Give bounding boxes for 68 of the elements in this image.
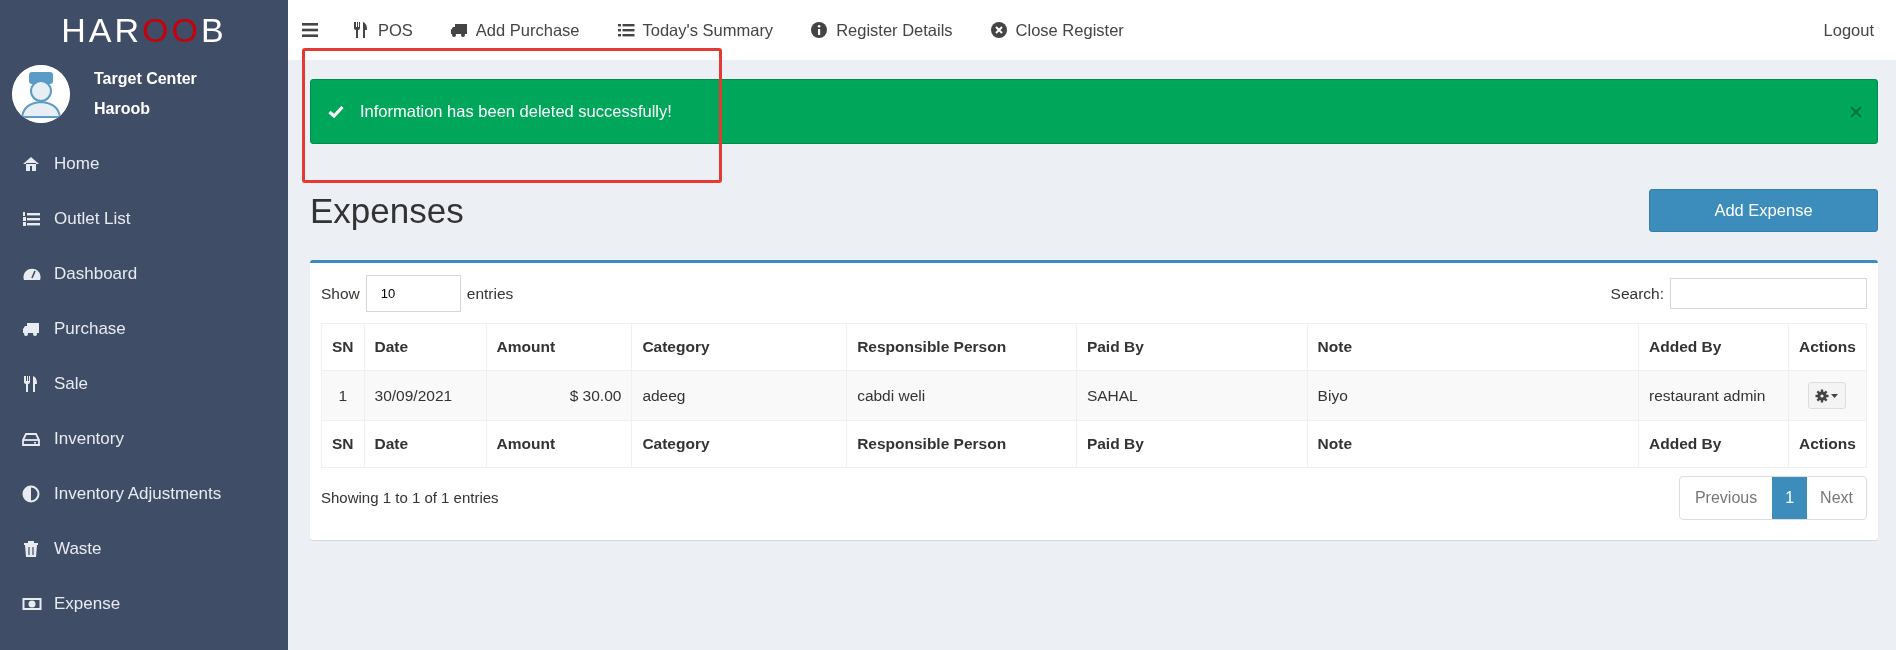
sidebar-item[interactable]: Waste xyxy=(0,521,288,576)
fork-knife-icon xyxy=(352,21,370,39)
sidebar-item[interactable]: Inventory xyxy=(0,411,288,466)
half-circle-icon xyxy=(22,484,42,503)
page-size-field[interactable]: 10 xyxy=(365,275,461,312)
table-cell: restaurant admin xyxy=(1638,370,1789,421)
sidebar-item[interactable]: Inventory Adjustments xyxy=(0,466,288,521)
column-header: SN xyxy=(321,420,365,468)
column-header: Actions xyxy=(1788,323,1867,371)
column-header: Date xyxy=(364,420,486,468)
column-header: Amount xyxy=(486,420,632,468)
table-cell: 1 xyxy=(321,370,365,421)
list-icon xyxy=(616,21,635,39)
table-cell: SAHAL xyxy=(1076,370,1308,421)
column-header: Paid By xyxy=(1076,323,1308,371)
column-header: Amount xyxy=(486,323,632,371)
column-header: Category xyxy=(631,420,847,468)
check-icon xyxy=(328,105,344,118)
show-label: Show xyxy=(321,283,360,304)
entries-label: entries xyxy=(466,283,514,304)
outlet-name: Target Center xyxy=(94,69,197,89)
column-header: Added By xyxy=(1638,420,1789,468)
numbered-list-icon xyxy=(22,209,42,228)
sidebar-item[interactable]: Sale xyxy=(0,356,288,411)
gear-icon xyxy=(1815,388,1840,403)
avatar-icon xyxy=(12,65,70,123)
close-circle-icon xyxy=(989,21,1008,39)
alert-message: Information has been deleted successfully! xyxy=(360,101,672,123)
sidebar-item[interactable]: Purchase xyxy=(0,301,288,356)
page-title: Expenses xyxy=(310,189,464,232)
add-expense-button[interactable]: Add Expense xyxy=(1649,189,1878,232)
nav-link[interactable]: Today's Summary xyxy=(616,17,774,43)
nav-link[interactable]: POS xyxy=(352,17,413,43)
menu-icon[interactable] xyxy=(302,23,318,37)
sidebar-item[interactable]: Dashboard xyxy=(0,246,288,301)
entries-info: Showing 1 to 1 of 1 entries xyxy=(321,487,499,508)
next-page-link[interactable]: Next xyxy=(1807,477,1866,519)
page-link[interactable]: 1 xyxy=(1772,477,1808,519)
user-name: Haroob xyxy=(94,99,151,119)
table-cell: cabdi weli xyxy=(846,370,1077,421)
column-header: SN xyxy=(321,323,365,371)
table-cell: adeeg xyxy=(631,370,847,421)
column-header: Responsible Person xyxy=(846,420,1077,468)
table-cell: 30/09/2021 xyxy=(364,370,486,421)
info-icon xyxy=(810,21,829,39)
nav-link[interactable]: Register Details xyxy=(810,17,953,43)
column-header: Note xyxy=(1307,420,1639,468)
column-header: Responsible Person xyxy=(846,323,1077,371)
table-cell: $ 30.00 xyxy=(486,370,632,421)
column-header: Actions xyxy=(1788,420,1867,468)
column-header: Note xyxy=(1307,323,1639,371)
nav-link[interactable]: Close Register xyxy=(989,17,1124,43)
actions-dropdown-button[interactable] xyxy=(1808,382,1847,409)
logo: HAROOB xyxy=(60,10,228,50)
search-label: Search: xyxy=(1610,283,1664,304)
column-header: Paid By xyxy=(1076,420,1308,468)
table-cell: Biyo xyxy=(1307,370,1639,421)
sidebar-item[interactable]: Expense xyxy=(0,576,288,631)
search-field[interactable] xyxy=(1670,278,1867,309)
previous-page-link[interactable]: Previous xyxy=(1679,477,1773,519)
column-header: Category xyxy=(631,323,847,371)
nav-link[interactable]: Add Purchase xyxy=(449,17,580,43)
sidebar-item[interactable]: Outlet List xyxy=(0,191,288,246)
column-header: Added By xyxy=(1638,323,1789,371)
truck-icon xyxy=(449,21,468,39)
sidebar-item[interactable]: Home xyxy=(0,136,288,191)
logout-link[interactable]: Logout xyxy=(1823,17,1874,43)
column-header: Date xyxy=(364,323,486,371)
